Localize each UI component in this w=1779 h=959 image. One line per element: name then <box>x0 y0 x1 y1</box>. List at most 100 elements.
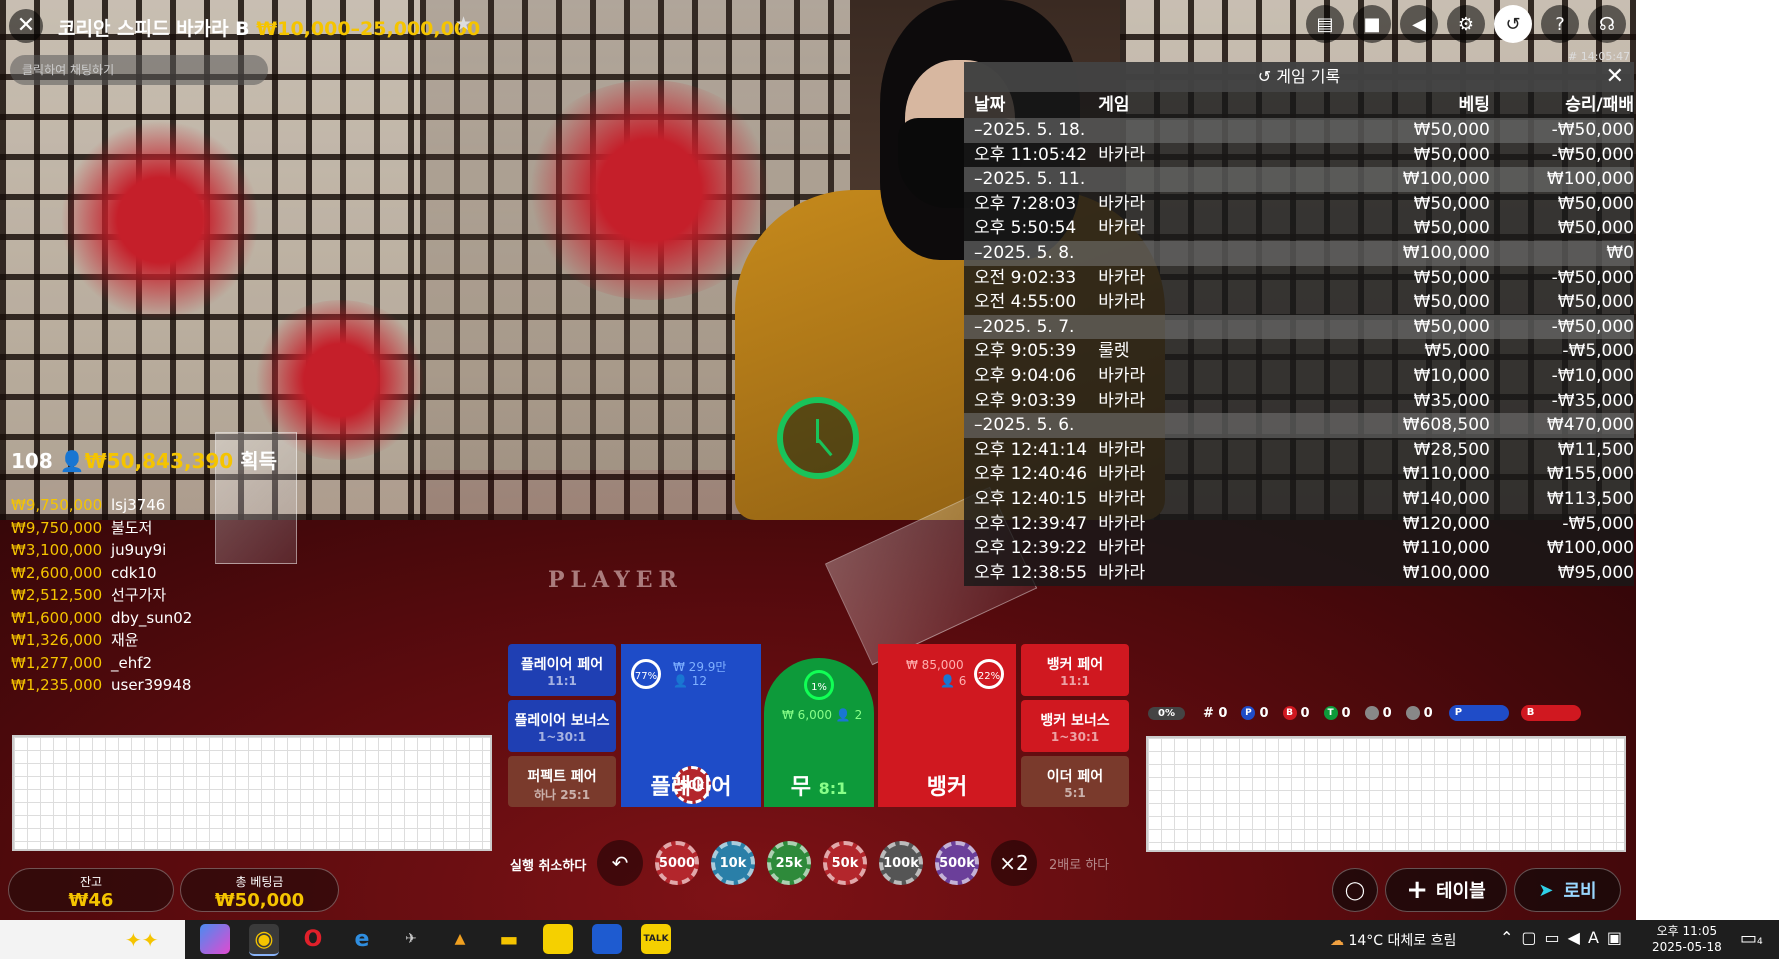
player-bet-area[interactable]: 77% ₩ 29.9만 👤 12 50k 플레이어 <box>621 644 761 807</box>
history-cell-bet: ₩100,000 <box>1402 242 1490 263</box>
winnings-total: ₩50,843,390 <box>84 449 234 473</box>
history-row: 오후 9:05:39 룰렛 ₩5,000 -₩5,000 <box>964 339 1634 364</box>
history-rows: –2025. 5. 18. ₩50,000 -₩50,000 오후 11:05:42 바… <box>964 118 1634 585</box>
video-icon[interactable]: ■ <box>1353 5 1391 43</box>
history-cell-result: -₩50,000 <box>1551 144 1634 165</box>
chat-input[interactable]: 클릭하여 채팅하기 <box>10 55 268 85</box>
tie-bet-area[interactable]: 1% ₩ 6,000 👤 2 무 8:1 <box>764 658 874 807</box>
player-wins: 0 <box>1259 705 1269 721</box>
system-tray[interactable]: ⌃▢▭◀A▣ <box>1500 928 1630 947</box>
history-cell-result: ₩0 <box>1606 242 1634 263</box>
either-pair-bet[interactable]: 이더 페어 5:1 <box>1021 756 1129 807</box>
undo-icon[interactable]: ↶ <box>597 840 643 886</box>
winner-name: cdk10 <box>111 563 157 582</box>
bet-odds: 하나 25:1 <box>533 788 591 802</box>
gear-icon[interactable]: ⚙ <box>1447 5 1485 43</box>
person-icon: 👤 <box>59 449 85 473</box>
banker-pair-bet[interactable]: 뱅커 페어 11:1 <box>1021 644 1129 696</box>
history-cell-game: 바카라 <box>1098 292 1146 313</box>
favorite-star-icon[interactable]: ★ <box>455 13 472 35</box>
chip-100k[interactable]: 100k <box>879 841 923 885</box>
winner-amount: ₩2,512,500 <box>11 586 103 604</box>
history-panel: ↺ 게임 기록 ✕ 날짜 게임 베팅 승리/패배 –2025. 5. 18. ₩5… <box>964 62 1634 586</box>
winner-amount: ₩2,600,000 <box>11 563 103 582</box>
history-cell-bet: ₩120,000 <box>1402 513 1490 534</box>
table-player-text: PLAYER <box>548 567 683 593</box>
winner-name: _ehf2 <box>111 653 153 672</box>
chrome-icon[interactable]: ◉ <box>249 924 279 956</box>
lobby-button[interactable]: ➤ 로비 <box>1514 868 1621 912</box>
history-cell-game: 바카라 <box>1098 144 1146 165</box>
copilot-icon[interactable] <box>200 924 230 954</box>
history-row: 오후 12:39:47 바카라 ₩120,000 -₩5,000 <box>964 512 1634 537</box>
history-cell-date: 오후 12:40:46 <box>974 464 1088 485</box>
banker-bet-area[interactable]: 22% ₩ 85,000 👤 6 뱅커 <box>878 644 1016 807</box>
headset-icon[interactable]: ☊ <box>1588 5 1626 43</box>
app-icon[interactable]: ✈ <box>396 924 426 954</box>
close-icon[interactable]: ✕ <box>9 9 43 43</box>
folder-icon[interactable]: ▬ <box>494 924 524 954</box>
history-cell-date: 오전 4:55:00 <box>974 292 1077 313</box>
chip-500k[interactable]: 500k <box>935 841 979 885</box>
winner-name: 선구가자 <box>111 586 167 604</box>
banker-bonus-bet[interactable]: 뱅커 보너스 1~30:1 <box>1021 700 1129 752</box>
player-bonus-bet[interactable]: 플레이어 보너스 1~30:1 <box>508 700 616 752</box>
history-cell-date: 오후 12:38:55 <box>974 562 1088 583</box>
chip-10k[interactable]: 10k <box>711 841 755 885</box>
player-count-value: 12 <box>691 674 708 688</box>
chat-icon[interactable]: ▤ <box>1306 5 1344 43</box>
history-cell-bet: ₩50,000 <box>1413 316 1490 337</box>
chip-5000[interactable]: 5000 <box>655 841 699 885</box>
top-icon-bar: ▤ ■ ◀ ⚙ ↺ ? ☊ <box>1306 5 1626 43</box>
app-icon[interactable] <box>592 924 622 954</box>
player-pair-bet[interactable]: 플레이어 페어 11:1 <box>508 644 616 696</box>
help-icon[interactable]: ? <box>1541 5 1579 43</box>
taskbar-search[interactable]: ✦✦ <box>0 920 185 959</box>
history-cell-bet: ₩100,000 <box>1402 562 1490 583</box>
chat-bubble-icon[interactable]: ◯ <box>1332 868 1378 912</box>
volume-icon[interactable]: ◀ <box>1400 5 1438 43</box>
chip-25k[interactable]: 25k <box>767 841 811 885</box>
chip-50k[interactable]: 50k <box>823 841 867 885</box>
winner-amount: ₩9,750,000 <box>11 496 103 514</box>
perfect-pair-bet[interactable]: 퍼펙트 페어 하나 25:1 <box>508 756 616 807</box>
taskbar-clock[interactable]: 오후 11:05 2025-05-18 <box>1652 923 1722 955</box>
player-pair-dot-icon <box>1364 706 1379 720</box>
history-cell-bet: ₩50,000 <box>1413 120 1490 140</box>
history-date-row: –2025. 5. 8. ₩100,000 ₩0 <box>964 240 1634 266</box>
notes-icon[interactable] <box>543 924 573 954</box>
history-row: 오후 9:03:39 바카라 ₩35,000 -₩35,000 <box>964 389 1634 414</box>
history-cell-bet: ₩28,500 <box>1413 439 1490 460</box>
opera-icon[interactable]: O <box>298 924 328 954</box>
double-icon[interactable]: ×2 <box>991 840 1037 886</box>
history-cell-bet: ₩50,000 <box>1413 144 1490 165</box>
history-row: 오후 12:41:14 바카라 ₩28,500 ₩11,500 <box>964 438 1634 463</box>
app-icon[interactable]: ▲ <box>445 924 475 954</box>
edge-icon[interactable]: e <box>347 924 377 954</box>
close-icon[interactable]: ✕ <box>1606 62 1624 92</box>
history-cell-bet: ₩50,000 <box>1413 267 1490 288</box>
player-predict-button[interactable]: P <box>1448 705 1509 721</box>
col-result: 승리/패배 <box>1565 95 1634 115</box>
big-road[interactable] <box>1146 736 1626 852</box>
notification-icon[interactable]: ▭4 <box>1740 928 1763 949</box>
winner-name: lsj3746 <box>111 496 166 514</box>
history-row: 오후 9:04:06 바카라 ₩10,000 -₩10,000 <box>964 364 1634 389</box>
tie-stats: ₩ 6,000 👤 2 <box>782 708 863 722</box>
banker-predict-button[interactable]: B <box>1520 705 1581 721</box>
tie-label: 무 <box>790 775 811 800</box>
kakaotalk-icon[interactable]: TALK <box>641 924 671 954</box>
undo-label: 실행 취소하다 <box>510 859 587 874</box>
history-cell-game: 바카라 <box>1098 267 1146 288</box>
clock-time: 오후 11:05 <box>1656 924 1718 938</box>
total-bet-pill: 총 베팅금 ₩50,000 <box>180 868 339 912</box>
add-table-button[interactable]: + 테이블 <box>1385 868 1507 912</box>
weather-widget[interactable]: ☁ 14°C 대체로 흐림 <box>1330 930 1456 950</box>
history-cell-bet: ₩50,000 <box>1413 193 1490 214</box>
history-icon[interactable]: ↺ <box>1494 5 1532 43</box>
history-cell-result: -₩5,000 <box>1562 513 1634 534</box>
history-cell-result: -₩35,000 <box>1551 390 1634 411</box>
bead-road[interactable] <box>12 735 492 851</box>
winner-name: ju9uy9i <box>111 541 167 559</box>
history-cell-bet: ₩110,000 <box>1402 538 1490 559</box>
